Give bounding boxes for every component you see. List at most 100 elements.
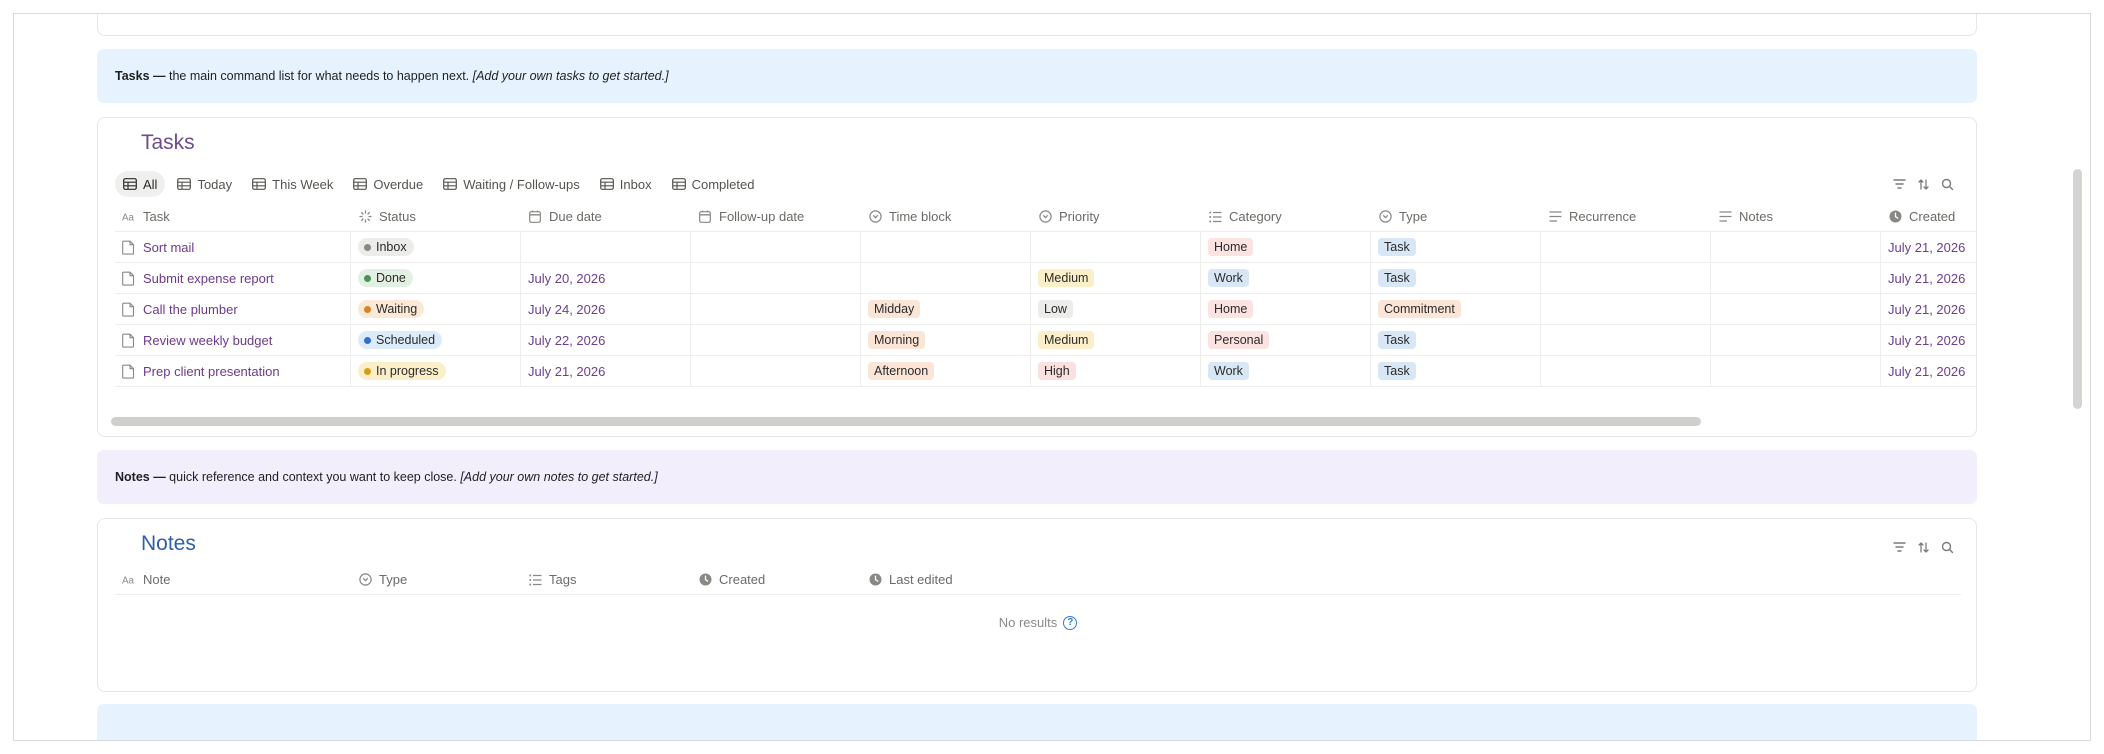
cell-recurrence[interactable] bbox=[1541, 263, 1711, 294]
cell-priority[interactable] bbox=[1031, 232, 1201, 263]
tasks-title[interactable]: Tasks bbox=[141, 131, 195, 155]
cell-created[interactable]: July 21, 2026 bbox=[1881, 325, 1976, 356]
cell-task[interactable]: Review weekly budget bbox=[115, 325, 351, 356]
empty-state-text: No results bbox=[998, 615, 1058, 630]
cell-followup[interactable] bbox=[691, 263, 861, 294]
cell-due[interactable]: July 24, 2026 bbox=[521, 294, 691, 325]
cell-priority[interactable]: Medium bbox=[1031, 263, 1201, 294]
cell-type[interactable]: Task bbox=[1371, 232, 1541, 263]
cell-type[interactable]: Task bbox=[1371, 263, 1541, 294]
cell-priority[interactable]: Medium bbox=[1031, 325, 1201, 356]
cell-type[interactable]: Commitment bbox=[1371, 294, 1541, 325]
horizontal-scrollbar[interactable] bbox=[111, 417, 1701, 426]
cell-timeblock[interactable]: Afternoon bbox=[861, 356, 1031, 387]
cell-recurrence[interactable] bbox=[1541, 356, 1711, 387]
cell-category[interactable]: Work bbox=[1201, 356, 1371, 387]
cell-status[interactable]: In progress bbox=[351, 356, 521, 387]
filter-icon[interactable] bbox=[1892, 177, 1906, 191]
cell-recurrence[interactable] bbox=[1541, 325, 1711, 356]
search-icon[interactable] bbox=[1940, 540, 1954, 554]
cell-timeblock[interactable]: Midday bbox=[861, 294, 1031, 325]
tab-waiting-follow-ups[interactable]: Waiting / Follow-ups bbox=[435, 171, 588, 197]
column-header-created[interactable]: Created bbox=[691, 565, 861, 595]
column-header-notes[interactable]: Notes bbox=[1711, 202, 1881, 232]
column-header-time-block[interactable]: Time block bbox=[861, 202, 1031, 232]
cell-due[interactable]: July 20, 2026 bbox=[521, 263, 691, 294]
text-aa-icon: Aa bbox=[122, 210, 136, 224]
column-header-follow-up-date[interactable]: Follow-up date bbox=[691, 202, 861, 232]
cell-task[interactable]: Prep client presentation bbox=[115, 356, 351, 387]
status-dot bbox=[364, 336, 371, 344]
cell-priority[interactable]: Low bbox=[1031, 294, 1201, 325]
task-title[interactable]: Prep client presentation bbox=[143, 364, 280, 379]
task-title[interactable]: Sort mail bbox=[143, 240, 194, 255]
cell-type[interactable]: Task bbox=[1371, 325, 1541, 356]
column-header-due-date[interactable]: Due date bbox=[521, 202, 691, 232]
cell-created[interactable]: July 21, 2026 bbox=[1881, 263, 1976, 294]
cell-recurrence[interactable] bbox=[1541, 232, 1711, 263]
cell-category[interactable]: Personal bbox=[1201, 325, 1371, 356]
column-header-tags[interactable]: Tags bbox=[521, 565, 691, 595]
cell-notes[interactable] bbox=[1711, 263, 1881, 294]
column-header-task[interactable]: Aa Task bbox=[115, 202, 351, 232]
cell-timeblock[interactable] bbox=[861, 232, 1031, 263]
cell-category[interactable]: Work bbox=[1201, 263, 1371, 294]
tab-overdue[interactable]: Overdue bbox=[345, 171, 431, 197]
cell-followup[interactable] bbox=[691, 356, 861, 387]
priority-tag: Low bbox=[1038, 300, 1073, 318]
filter-icon[interactable] bbox=[1892, 540, 1906, 554]
cell-task[interactable]: Submit expense report bbox=[115, 263, 351, 294]
cell-created[interactable]: July 21, 2026 bbox=[1881, 356, 1976, 387]
app-frame: Tasks — the main command list for what n… bbox=[13, 13, 2091, 741]
cell-recurrence[interactable] bbox=[1541, 294, 1711, 325]
cell-timeblock[interactable]: Morning bbox=[861, 325, 1031, 356]
column-header-recurrence[interactable]: Recurrence bbox=[1541, 202, 1711, 232]
cell-status[interactable]: Inbox bbox=[351, 232, 521, 263]
column-header-type[interactable]: Type bbox=[1371, 202, 1541, 232]
cell-due[interactable]: July 21, 2026 bbox=[521, 356, 691, 387]
cell-followup[interactable] bbox=[691, 325, 861, 356]
tab-completed[interactable]: Completed bbox=[664, 171, 763, 197]
sort-icon[interactable] bbox=[1916, 177, 1930, 191]
column-header-status[interactable]: Status bbox=[351, 202, 521, 232]
cell-task[interactable]: Sort mail bbox=[115, 232, 351, 263]
tab-inbox[interactable]: Inbox bbox=[592, 171, 660, 197]
notes-title[interactable]: Notes bbox=[141, 532, 196, 556]
column-header-created[interactable]: Created bbox=[1881, 202, 1976, 232]
cell-followup[interactable] bbox=[691, 232, 861, 263]
cell-category[interactable]: Home bbox=[1201, 294, 1371, 325]
task-title[interactable]: Call the plumber bbox=[143, 302, 238, 317]
cell-notes[interactable] bbox=[1711, 294, 1881, 325]
cell-status[interactable]: Scheduled bbox=[351, 325, 521, 356]
search-icon[interactable] bbox=[1940, 177, 1954, 191]
clock-icon bbox=[1888, 210, 1902, 224]
cell-timeblock[interactable] bbox=[861, 263, 1031, 294]
cell-priority[interactable]: High bbox=[1031, 356, 1201, 387]
column-header-category[interactable]: Category bbox=[1201, 202, 1371, 232]
column-header-last-edited[interactable]: Last edited bbox=[861, 565, 1961, 595]
cell-due[interactable] bbox=[521, 232, 691, 263]
cell-category[interactable]: Home bbox=[1201, 232, 1371, 263]
vertical-scrollbar[interactable] bbox=[2073, 169, 2082, 409]
cell-status[interactable]: Waiting bbox=[351, 294, 521, 325]
tab-today[interactable]: Today bbox=[169, 171, 240, 197]
cell-followup[interactable] bbox=[691, 294, 861, 325]
column-header-note[interactable]: Aa Note bbox=[115, 565, 351, 595]
help-icon[interactable]: ? bbox=[1063, 615, 1078, 630]
task-title[interactable]: Review weekly budget bbox=[143, 333, 272, 348]
cell-task[interactable]: Call the plumber bbox=[115, 294, 351, 325]
cell-notes[interactable] bbox=[1711, 325, 1881, 356]
column-header-type[interactable]: Type bbox=[351, 565, 521, 595]
cell-notes[interactable] bbox=[1711, 356, 1881, 387]
tab-all[interactable]: All bbox=[115, 171, 166, 197]
cell-status[interactable]: Done bbox=[351, 263, 521, 294]
task-title[interactable]: Submit expense report bbox=[143, 271, 274, 286]
cell-notes[interactable] bbox=[1711, 232, 1881, 263]
cell-created[interactable]: July 21, 2026 bbox=[1881, 294, 1976, 325]
cell-type[interactable]: Task bbox=[1371, 356, 1541, 387]
tab-this-week[interactable]: This Week bbox=[244, 171, 341, 197]
cell-created[interactable]: July 21, 2026 bbox=[1881, 232, 1976, 263]
sort-icon[interactable] bbox=[1916, 540, 1930, 554]
cell-due[interactable]: July 22, 2026 bbox=[521, 325, 691, 356]
column-header-priority[interactable]: Priority bbox=[1031, 202, 1201, 232]
